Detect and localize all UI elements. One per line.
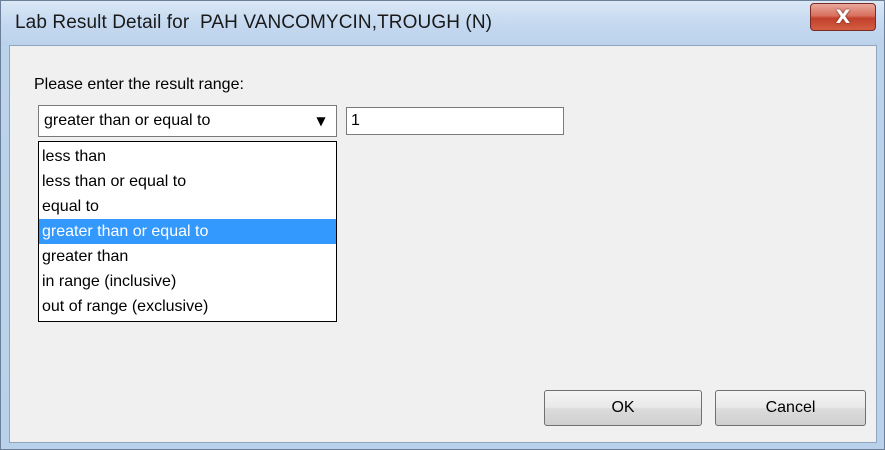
result-value-input[interactable] (346, 107, 564, 135)
dropdown-option-greater-than-or-equal[interactable]: greater than or equal to (39, 219, 336, 244)
dialog-window: Lab Result Detail for PAH VANCOMYCIN,TRO… (0, 0, 885, 450)
dialog-body: Please enter the result range: greater t… (9, 45, 877, 443)
dropdown-option-out-of-range[interactable]: out of range (exclusive) (39, 294, 336, 319)
ok-button[interactable]: OK (544, 390, 702, 426)
dropdown-option-equal-to[interactable]: equal to (39, 194, 336, 219)
cancel-button[interactable]: Cancel (715, 390, 866, 426)
close-button[interactable]: X (810, 3, 876, 31)
close-icon: X (835, 5, 851, 28)
dropdown-option-in-range[interactable]: in range (inclusive) (39, 269, 336, 294)
dropdown-option-less-than-or-equal[interactable]: less than or equal to (39, 169, 336, 194)
window-title: Lab Result Detail for PAH VANCOMYCIN,TRO… (15, 12, 493, 33)
chevron-down-icon[interactable]: ▼ (306, 106, 336, 136)
result-range-prompt: Please enter the result range: (34, 76, 244, 93)
operator-dropdown-list: less than less than or equal to equal to… (38, 141, 337, 322)
title-bar[interactable]: Lab Result Detail for PAH VANCOMYCIN,TRO… (1, 1, 884, 45)
dropdown-option-less-than[interactable]: less than (39, 144, 336, 169)
dropdown-option-greater-than[interactable]: greater than (39, 244, 336, 269)
operator-combobox[interactable]: greater than or equal to ▼ (38, 105, 337, 137)
operator-selected-value: greater than or equal to (44, 112, 211, 129)
